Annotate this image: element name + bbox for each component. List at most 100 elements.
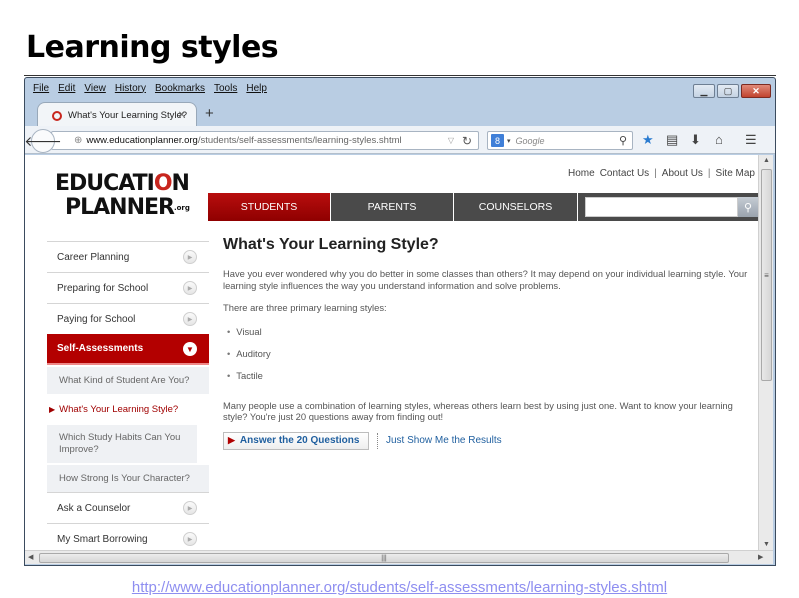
nav-parents[interactable]: PARENTS bbox=[331, 193, 454, 221]
sidebar-item-ask-a-counselor[interactable]: Ask a Counselor ▶ bbox=[47, 492, 209, 523]
search-engine-dropdown-icon[interactable]: ▾ bbox=[507, 137, 511, 145]
menu-edit[interactable]: Edit bbox=[58, 83, 75, 94]
search-placeholder: Google bbox=[515, 135, 545, 146]
tab-strip: What's Your Learning Style? ✕ + bbox=[25, 100, 775, 128]
education-planner-logo[interactable]: EDUCATION PLANNER.org bbox=[55, 172, 205, 220]
home-icon[interactable]: ⌂ bbox=[715, 132, 723, 147]
sidebar-item-label: Paying for School bbox=[57, 313, 136, 325]
reload-icon[interactable]: ↻ bbox=[462, 134, 472, 148]
navigation-toolbar: ⊕ www.educationplanner.org /students/sel… bbox=[24, 126, 775, 154]
sidebar-subitem-kind-of-student[interactable]: What Kind of Student Are You? bbox=[47, 365, 209, 394]
reading-list-icon[interactable]: ▤ bbox=[666, 132, 678, 148]
menu-tools[interactable]: Tools bbox=[214, 83, 237, 94]
apple-logo-icon: O bbox=[153, 171, 173, 196]
style-item: Visual bbox=[227, 326, 753, 348]
window-controls: ▁ ▢ ✕ bbox=[693, 84, 771, 98]
sidebar-item-smart-borrowing[interactable]: My Smart Borrowing ▶ bbox=[47, 523, 209, 550]
contact-us-link[interactable]: Contact Us bbox=[600, 168, 649, 179]
menu-view[interactable]: View bbox=[84, 83, 106, 94]
title-divider bbox=[24, 75, 776, 76]
vertical-scrollbar[interactable]: ▲ ≡ ▼ bbox=[758, 155, 773, 550]
combination-paragraph: Many people use a combination of learnin… bbox=[223, 399, 733, 423]
menu-bookmarks[interactable]: Bookmarks bbox=[155, 83, 205, 94]
utility-links: Home Contact Us | About Us | Site Map bbox=[568, 168, 755, 179]
vertical-scroll-thumb[interactable]: ≡ bbox=[761, 169, 772, 381]
browser-window: File Edit View History Bookmarks Tools H… bbox=[24, 77, 776, 566]
new-tab-button[interactable]: + bbox=[205, 105, 214, 122]
back-button[interactable]: 🡐 bbox=[24, 129, 62, 153]
site-search-input[interactable] bbox=[585, 197, 738, 217]
minimize-button[interactable]: ▁ bbox=[693, 84, 715, 98]
nav-students[interactable]: STUDENTS bbox=[208, 193, 331, 221]
page-viewport: EDUCATION PLANNER.org Home Contact Us | … bbox=[25, 155, 758, 550]
search-icon[interactable]: ⚲ bbox=[619, 134, 627, 147]
logo-org: .org bbox=[173, 204, 190, 212]
menu-file[interactable]: File bbox=[33, 83, 49, 94]
horizontal-scroll-thumb[interactable]: ||| bbox=[39, 553, 729, 563]
sidebar-subitem-learning-style[interactable]: ▶ What's Your Learning Style? bbox=[47, 394, 209, 423]
play-arrow-icon: ▶ bbox=[183, 501, 197, 515]
menu-help[interactable]: Help bbox=[246, 83, 267, 94]
sidebar-subitem-study-habits[interactable]: Which Study Habits Can You Improve? bbox=[47, 423, 197, 463]
intro-paragraph: Have you ever wondered why you do better… bbox=[223, 268, 748, 291]
link-separator: | bbox=[654, 168, 657, 179]
google-icon[interactable]: 8 bbox=[491, 134, 504, 147]
sidebar-subitem-character[interactable]: How Strong Is Your Character? bbox=[47, 463, 209, 492]
logo-text-planner: PLANNER bbox=[65, 195, 175, 220]
tab-learning-style[interactable]: What's Your Learning Style? ✕ bbox=[37, 102, 197, 128]
play-arrow-icon: ▶ bbox=[228, 435, 235, 445]
sidebar-item-label: Self-Assessments bbox=[57, 343, 144, 354]
hamburger-menu-icon[interactable]: ☰ bbox=[745, 132, 757, 148]
main-content: What's Your Learning Style? Have you eve… bbox=[223, 236, 753, 450]
sidebar-item-career-planning[interactable]: Career Planning ▶ bbox=[47, 241, 209, 272]
sidebar-item-label: My Smart Borrowing bbox=[57, 533, 148, 545]
globe-icon: ⊕ bbox=[74, 135, 83, 146]
styles-intro: There are three primary learning styles: bbox=[223, 302, 387, 313]
menu-history[interactable]: History bbox=[115, 83, 146, 94]
play-arrow-icon: ▶ bbox=[183, 312, 197, 326]
about-us-link[interactable]: About Us bbox=[662, 168, 703, 179]
scroll-left-icon[interactable]: ◀ bbox=[28, 553, 33, 561]
site-map-link[interactable]: Site Map bbox=[716, 168, 755, 179]
maximize-button[interactable]: ▢ bbox=[717, 84, 739, 98]
home-link[interactable]: Home bbox=[568, 168, 595, 179]
answer-questions-button[interactable]: ▶ Answer the 20 Questions bbox=[223, 431, 369, 450]
sidebar-item-self-assessments[interactable]: Self-Assessments ▼ bbox=[47, 334, 209, 365]
chevron-down-icon: ▼ bbox=[183, 342, 197, 356]
url-dropdown-icon[interactable]: ▽ bbox=[448, 136, 454, 145]
sidebar-item-paying-for-school[interactable]: Paying for School ▶ bbox=[47, 303, 209, 334]
close-window-button[interactable]: ✕ bbox=[741, 84, 771, 98]
sidebar-nav: Career Planning ▶ Preparing for School ▶… bbox=[47, 241, 209, 550]
page-heading: What's Your Learning Style? bbox=[223, 236, 439, 253]
play-arrow-icon: ▶ bbox=[183, 532, 197, 546]
sidebar-item-label: Ask a Counselor bbox=[57, 502, 131, 514]
scroll-down-icon[interactable]: ▼ bbox=[763, 541, 770, 548]
download-icon[interactable]: ⬇ bbox=[690, 132, 701, 148]
styles-list: Visual Auditory Tactile bbox=[227, 326, 753, 392]
slide-title: Learning styles bbox=[26, 30, 279, 65]
button-label: Answer the 20 Questions bbox=[239, 435, 360, 446]
logo-text-end: N bbox=[171, 171, 190, 196]
nav-counselors[interactable]: COUNSELORS bbox=[454, 193, 578, 221]
current-marker-icon: ▶ bbox=[49, 404, 56, 414]
source-url-link[interactable]: http://www.educationplanner.org/students… bbox=[0, 579, 799, 596]
back-arrow-icon: 🡐 bbox=[24, 132, 62, 149]
magnifier-icon: ⚲ bbox=[743, 201, 753, 214]
logo-text: EDUCATI bbox=[55, 171, 155, 196]
url-path: /students/self-assessments/learning-styl… bbox=[197, 135, 402, 146]
sidebar-item-preparing-for-school[interactable]: Preparing for School ▶ bbox=[47, 272, 209, 303]
horizontal-scrollbar[interactable]: ◀ ||| ▶ bbox=[25, 550, 773, 564]
menu-bar: File Edit View History Bookmarks Tools H… bbox=[25, 78, 775, 98]
scroll-up-icon[interactable]: ▲ bbox=[763, 157, 770, 164]
bookmark-star-icon[interactable]: ★ bbox=[642, 132, 654, 148]
cta-divider bbox=[377, 432, 378, 449]
web-search-input[interactable]: 8 ▾ Google ⚲ bbox=[487, 131, 633, 150]
sidebar-item-label: Preparing for School bbox=[57, 282, 149, 294]
tab-title: What's Your Learning Style? bbox=[68, 110, 188, 121]
scroll-right-icon[interactable]: ▶ bbox=[758, 553, 763, 561]
show-results-link[interactable]: Just Show Me the Results bbox=[386, 435, 502, 446]
tab-close-icon[interactable]: ✕ bbox=[178, 110, 186, 121]
site-search-button[interactable]: ⚲ bbox=[738, 197, 758, 217]
style-item: Tactile bbox=[227, 370, 753, 392]
url-bar[interactable]: ⊕ www.educationplanner.org /students/sel… bbox=[51, 131, 479, 150]
